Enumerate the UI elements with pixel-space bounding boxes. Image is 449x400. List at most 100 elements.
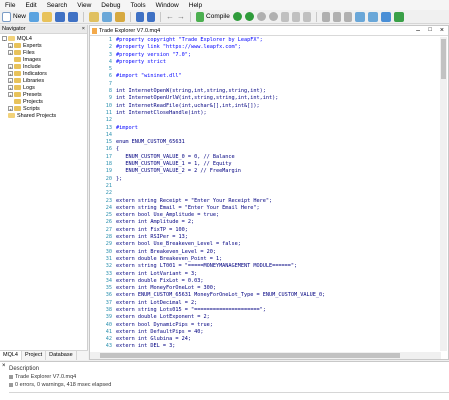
toolbox-icon[interactable] [102,11,113,22]
code-line[interactable]: 24 extern string Email = "Enter Your Emai… [90,205,440,212]
code-line[interactable]: 31 extern double Breakeven_Point = 1; [90,256,440,263]
collapse-icon[interactable]: - [2,36,7,42]
help-icon[interactable] [393,11,404,22]
stop-icon[interactable] [268,12,278,21]
horizontal-scrollbar[interactable] [90,352,441,359]
code-line[interactable]: 7 [90,81,440,88]
code-line[interactable]: 12 [90,117,440,124]
open-folder-icon[interactable] [42,11,53,22]
code-line[interactable]: 16 { [90,146,440,153]
save-icon[interactable] [55,11,66,22]
code-line[interactable]: 25 extern bool Use_Amplitude = true; [90,212,440,219]
navigator-item[interactable]: Projects [0,98,87,105]
expand-icon[interactable]: + [8,85,13,91]
tab-database[interactable]: Database [46,351,77,360]
code-line[interactable]: 33 extern int LotVariant = 3; [90,271,440,278]
play-icon[interactable] [321,11,330,22]
maximize-icon[interactable]: □ [428,26,432,35]
close-icon[interactable]: × [2,363,6,369]
cursor-icon[interactable] [136,11,145,22]
code-line[interactable]: 9 int InternetOpenUrlW(int,string,string,… [90,95,440,102]
code-line[interactable]: 2 #property link "https://www.leapfx.com"… [90,44,440,51]
stop-square-icon[interactable] [343,11,352,22]
compile-button[interactable]: Compile [196,11,230,22]
tab-mql4[interactable]: MQL4 [0,351,22,360]
code-line[interactable]: 43 extern int DEL = 3; [90,343,440,350]
code-line[interactable]: 37 extern int LotDecimal = 2; [90,300,440,307]
navigator-item[interactable]: + Experts [0,42,87,49]
menu-item-help[interactable]: Help [184,2,207,9]
close-icon[interactable]: × [82,25,85,33]
code-line[interactable]: 19 ENUM_CUSTOM_VALUE_2 = 2 // FreeMargin [90,168,440,175]
menu-item-debug[interactable]: Debug [96,2,125,9]
tab-project[interactable]: Project [22,351,47,360]
close-icon[interactable]: × [440,26,444,35]
code-line[interactable]: 14 [90,132,440,139]
navigator-item[interactable]: + Include [0,63,87,70]
start-debug-icon[interactable] [232,12,242,21]
menu-item-window[interactable]: Window [151,2,184,9]
code-line[interactable]: 30 extern int Breakeven_Level = 20; [90,249,440,256]
code-line[interactable]: 27 extern int FixTP = 100; [90,227,440,234]
vertical-scrollbar[interactable] [440,37,447,351]
code-line[interactable]: 41 extern int DefaultPips = 40; [90,329,440,336]
code-line[interactable]: 3 #property version "7.0"; [90,52,440,59]
menu-item-view[interactable]: View [72,2,96,9]
code-line[interactable]: 11 int InternetCloseHandle(int); [90,110,440,117]
navigator-item[interactable]: Images [0,56,87,63]
code-line[interactable]: 35 extern int MoneyForOneLot = 300; [90,285,440,292]
code-line[interactable]: 39 extern double LotExponent = 2; [90,314,440,321]
code-line[interactable]: 26 extern int Amplitude = 2; [90,219,440,226]
market-icon[interactable] [354,11,365,22]
back-arrow-icon[interactable]: ← [166,12,174,21]
step-over-icon[interactable] [291,11,300,22]
navigator-icon[interactable] [89,11,100,22]
menu-item-tools[interactable]: Tools [125,2,150,9]
code-line[interactable]: 15 enum ENUM_CUSTOM_65631 [90,139,440,146]
toolbox-row[interactable]: Trade Explorer V7.0.mq4 [9,374,76,380]
tools-icon[interactable] [115,11,126,22]
code-line[interactable]: 8 int InternetOpenW(string,int,string,str… [90,88,440,95]
scroll-thumb[interactable] [441,39,446,79]
code-line[interactable]: 21 [90,183,440,190]
expand-icon[interactable]: + [8,92,13,98]
step-into-icon[interactable] [280,11,289,22]
code-line[interactable]: 4 #property strict [90,59,440,66]
code-line[interactable]: 6 #import "wininet.dll" [90,73,440,80]
code-area[interactable]: 1 #property copyright "Trade Explorer by … [90,37,440,351]
expand-icon[interactable]: + [8,50,13,56]
code-line[interactable]: 22 [90,190,440,197]
toolbox-row[interactable]: 0 errors, 0 warnings, 418 msec elapsed [9,382,111,388]
code-line[interactable]: 40 extern bool DynamicPips = true; [90,322,440,329]
code-line[interactable]: 42 extern int Glubina = 24; [90,336,440,343]
navigator-item[interactable]: + Files [0,49,87,56]
navigator-item[interactable]: + Libraries [0,77,87,84]
new-project-icon[interactable] [29,11,40,22]
code-line[interactable]: 18 ENUM_CUSTOM_VALUE_1 = 1, // Equity [90,161,440,168]
code-line[interactable]: 28 extern int RSIPer = 13; [90,234,440,241]
expand-icon[interactable]: + [8,43,13,49]
pause-icon[interactable] [256,12,266,21]
code-line[interactable]: 23 extern string Receipt = "Enter Your Re… [90,198,440,205]
navigator-item[interactable]: Shared Projects [0,112,87,119]
minimize-icon[interactable]: – [416,26,420,35]
code-line[interactable]: 38 extern string Lots015 = "=============… [90,307,440,314]
profile-icon[interactable] [380,11,391,22]
expand-icon[interactable]: + [8,71,13,77]
navigator-item[interactable]: + Presets [0,91,87,98]
code-line[interactable]: 34 extern double FixLot = 0.03; [90,278,440,285]
code-line[interactable]: 20}; [90,176,440,183]
resume-icon[interactable] [332,11,341,22]
navigator-item[interactable]: + Logs [0,84,87,91]
step-out-icon[interactable] [302,11,311,22]
code-line[interactable]: 5 [90,66,440,73]
expand-icon[interactable]: + [8,78,13,84]
code-line[interactable]: 29 extern bool Use_Breakeven_Level = fals… [90,241,440,248]
navigator-item[interactable]: - MQL4 [0,35,87,42]
code-line[interactable]: 10 int InternetReadFile(int,uchar&[],int,… [90,103,440,110]
code-line[interactable]: 36 extern ENUM_CUSTOM_65631 MoneyForOneLo… [90,292,440,299]
code-line[interactable]: 32 extern string LT001 = "=====MONEYMANAG… [90,263,440,270]
pointer-icon[interactable] [147,11,156,22]
code-line[interactable]: 1 #property copyright "Trade Explorer by … [90,37,440,44]
code-base-icon[interactable] [367,11,378,22]
